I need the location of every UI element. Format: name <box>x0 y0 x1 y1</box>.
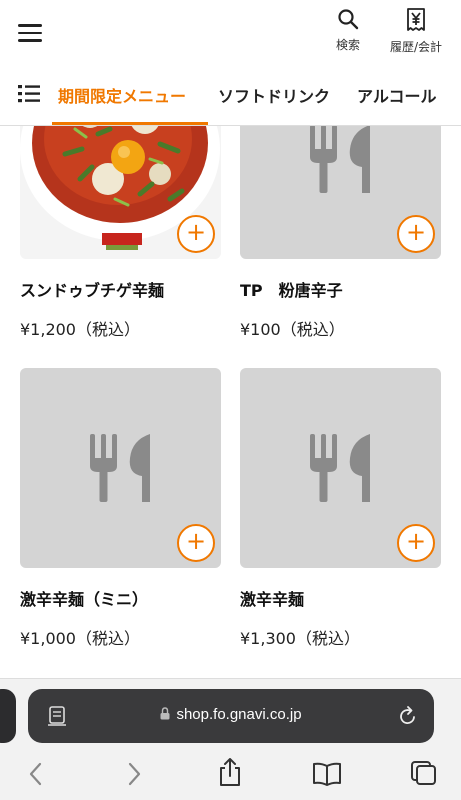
menu-grid: + スンドゥブチゲ辛麺 ¥1,200（税込） + TP 粉唐辛子 ¥100（税込… <box>0 126 461 678</box>
menu-item-name: TP 粉唐辛子 <box>240 281 343 300</box>
menu-item-image-placeholder: + <box>20 368 221 568</box>
menu-item-price: ¥1,300（税込） <box>240 629 360 648</box>
reload-icon[interactable] <box>398 705 418 727</box>
lock-icon <box>160 707 170 720</box>
menu-item-price: ¥100（税込） <box>240 320 345 339</box>
tab-alcohol[interactable]: アルコール <box>357 83 437 107</box>
menu-item-card[interactable]: + 激辛辛麺（ミニ） ¥1,000（税込） <box>20 368 221 668</box>
fork-knife-icon <box>310 126 370 193</box>
hamburger-menu-icon[interactable] <box>18 24 42 42</box>
menu-item-card[interactable]: + スンドゥブチゲ辛麺 ¥1,200（税込） <box>20 126 221 359</box>
receipt-yen-icon <box>407 8 425 31</box>
previous-tab-preview[interactable] <box>0 689 16 743</box>
menu-item-photo: + <box>20 126 221 259</box>
search-icon <box>338 9 359 30</box>
menu-item-name: 激辛辛麺（ミニ） <box>20 590 149 609</box>
menu-item-price: ¥1,200（税込） <box>20 320 140 339</box>
share-icon[interactable] <box>218 757 242 787</box>
tab-soft-drinks[interactable]: ソフトドリンク <box>218 83 330 107</box>
fork-knife-icon <box>310 434 370 502</box>
forward-icon[interactable] <box>124 761 144 787</box>
add-to-cart-button[interactable]: + <box>177 524 215 562</box>
history-label: 履歴/会計 <box>389 40 443 54</box>
menu-item-name: スンドゥブチゲ辛麺 <box>20 281 165 300</box>
search-button[interactable]: 検索 <box>330 8 366 53</box>
add-to-cart-button[interactable]: + <box>397 524 435 562</box>
menu-item-image-placeholder: + <box>240 368 441 568</box>
menu-item-image-placeholder: + <box>240 126 441 259</box>
category-tabs: 期間限定メニュー ソフトドリンク アルコール <box>0 64 461 126</box>
menu-item-price: ¥1,000（税込） <box>20 629 140 648</box>
add-to-cart-button[interactable]: + <box>177 215 215 253</box>
tabs-icon[interactable] <box>410 760 438 786</box>
app-header: 検索 履歴/会計 <box>0 0 461 64</box>
fork-knife-icon <box>90 434 150 502</box>
url-display: shop.fo.gnavi.co.jp <box>28 706 434 723</box>
bookmarks-icon[interactable] <box>312 762 342 786</box>
history-checkout-button[interactable]: 履歴/会計 <box>386 8 446 55</box>
search-label: 検索 <box>335 38 360 52</box>
menu-item-card[interactable]: + TP 粉唐辛子 ¥100（税込） <box>240 126 441 359</box>
back-icon[interactable] <box>26 761 46 787</box>
tab-limited-menu[interactable]: 期間限定メニュー <box>58 83 186 107</box>
add-to-cart-button[interactable]: + <box>397 215 435 253</box>
browser-toolbar: shop.fo.gnavi.co.jp <box>0 678 461 800</box>
category-list-icon[interactable] <box>18 84 40 104</box>
address-bar[interactable]: shop.fo.gnavi.co.jp <box>28 689 434 743</box>
url-text: shop.fo.gnavi.co.jp <box>176 706 302 723</box>
menu-item-card[interactable]: + 激辛辛麺 ¥1,300（税込） <box>240 368 441 668</box>
menu-item-name: 激辛辛麺 <box>240 590 305 609</box>
